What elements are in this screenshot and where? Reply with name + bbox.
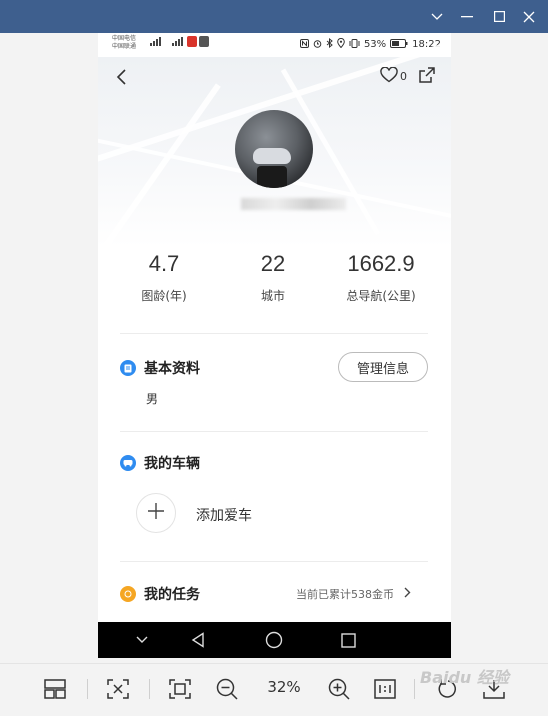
nfc-icon [299,38,309,51]
location-icon [337,37,345,51]
stat-cities: 22 城市 [223,251,323,304]
phone-status-bar: 中国电信 中国联通 53% 18:22 [98,33,451,57]
android-nav-bar [98,622,451,658]
manage-info-button[interactable]: 管理信息 [338,352,428,382]
battery-icon [390,38,408,51]
signal-icon [144,37,162,48]
window-title-bar [0,0,548,33]
phone-screenshot: 中国电信 中国联通 53% 18:22 0 4.7 图龄(年) 22 城市 16… [98,33,451,658]
battery-percent: 53% [363,39,387,50]
fit-window-icon[interactable] [98,664,138,714]
zoom-out-icon[interactable] [207,664,247,714]
basic-info-heading: 基本资料 [120,358,200,378]
maximize-icon[interactable] [482,0,516,33]
chevron-right-icon [404,587,411,601]
minimize-icon[interactable] [450,0,484,33]
avatar[interactable] [235,110,313,188]
stat-total-navigation: 1662.9 总导航(公里) [331,251,431,304]
add-car-button[interactable] [136,493,176,533]
zoom-in-icon[interactable] [319,664,359,714]
alarm-icon [313,39,322,51]
tasks-summary-link[interactable]: 当前已累计538金币 [296,586,411,602]
signal-icon [166,37,184,48]
stat-value: 4.7 [148,251,180,276]
avatar-photo-detail [257,166,287,188]
status-right: 53% 18:22 [299,37,441,51]
stat-label: 总导航(公里) [346,289,416,303]
tasks-title: 我的任务 [144,587,200,603]
basic-info-title: 基本资料 [144,361,200,377]
toolbar-divider [149,679,150,699]
plus-icon [147,502,165,524]
watermark: Baidu 经验 [420,668,509,687]
document-icon [120,360,136,376]
tasks-summary: 当前已累计538金币 [296,588,394,601]
profile-stats: 4.7 图龄(年) 22 城市 1662.9 总导航(公里) [98,251,451,311]
stat-label: 城市 [260,289,285,303]
share-icon[interactable] [418,66,436,88]
vehicles-heading: 我的车辆 [120,453,200,473]
image-viewer-canvas: 中国电信 中国联通 53% 18:22 0 4.7 图龄(年) 22 城市 16… [0,33,548,663]
like-count: 0 [400,70,407,83]
divider [120,431,428,432]
gender-value: 男 [146,392,159,406]
app-notification-icon [187,36,209,49]
avatar-photo-detail [253,148,291,164]
carrier-labels: 中国电信 中国联通 [112,35,136,51]
actual-frame-icon[interactable] [160,664,200,714]
car-icon [120,455,136,471]
add-car-label[interactable]: 添加爱车 [196,505,252,525]
like-button[interactable]: 0 [380,66,407,86]
heart-icon [380,66,398,86]
actual-size-icon[interactable] [365,664,405,714]
stat-label: 图龄(年) [141,289,187,303]
coin-icon [120,586,136,602]
vehicles-title: 我的车辆 [144,456,200,472]
toolbar-divider [414,679,415,699]
bluetooth-icon [326,37,333,51]
chevron-down-icon[interactable] [122,622,162,658]
layout-icon[interactable] [35,664,75,714]
divider [120,561,428,562]
map-road [101,83,221,251]
zoom-level: 32% [267,678,301,696]
close-icon[interactable] [512,0,546,33]
nav-recents-icon[interactable] [328,622,368,658]
vibrate-icon [349,38,360,51]
carrier-1: 中国电信 [112,35,137,42]
nav-home-icon[interactable] [254,622,294,658]
stat-value: 22 [260,251,286,276]
divider [120,333,428,334]
tasks-heading[interactable]: 我的任务 [120,584,200,604]
toolbar-divider [87,679,88,699]
carrier-2: 中国联通 [112,43,137,50]
username-redacted [241,198,346,210]
stat-value: 1662.9 [347,251,415,276]
chevron-down-icon[interactable] [420,0,454,33]
nav-back-icon[interactable] [178,622,218,658]
stat-map-age: 4.7 图龄(年) [114,251,214,304]
back-icon[interactable] [112,67,132,87]
